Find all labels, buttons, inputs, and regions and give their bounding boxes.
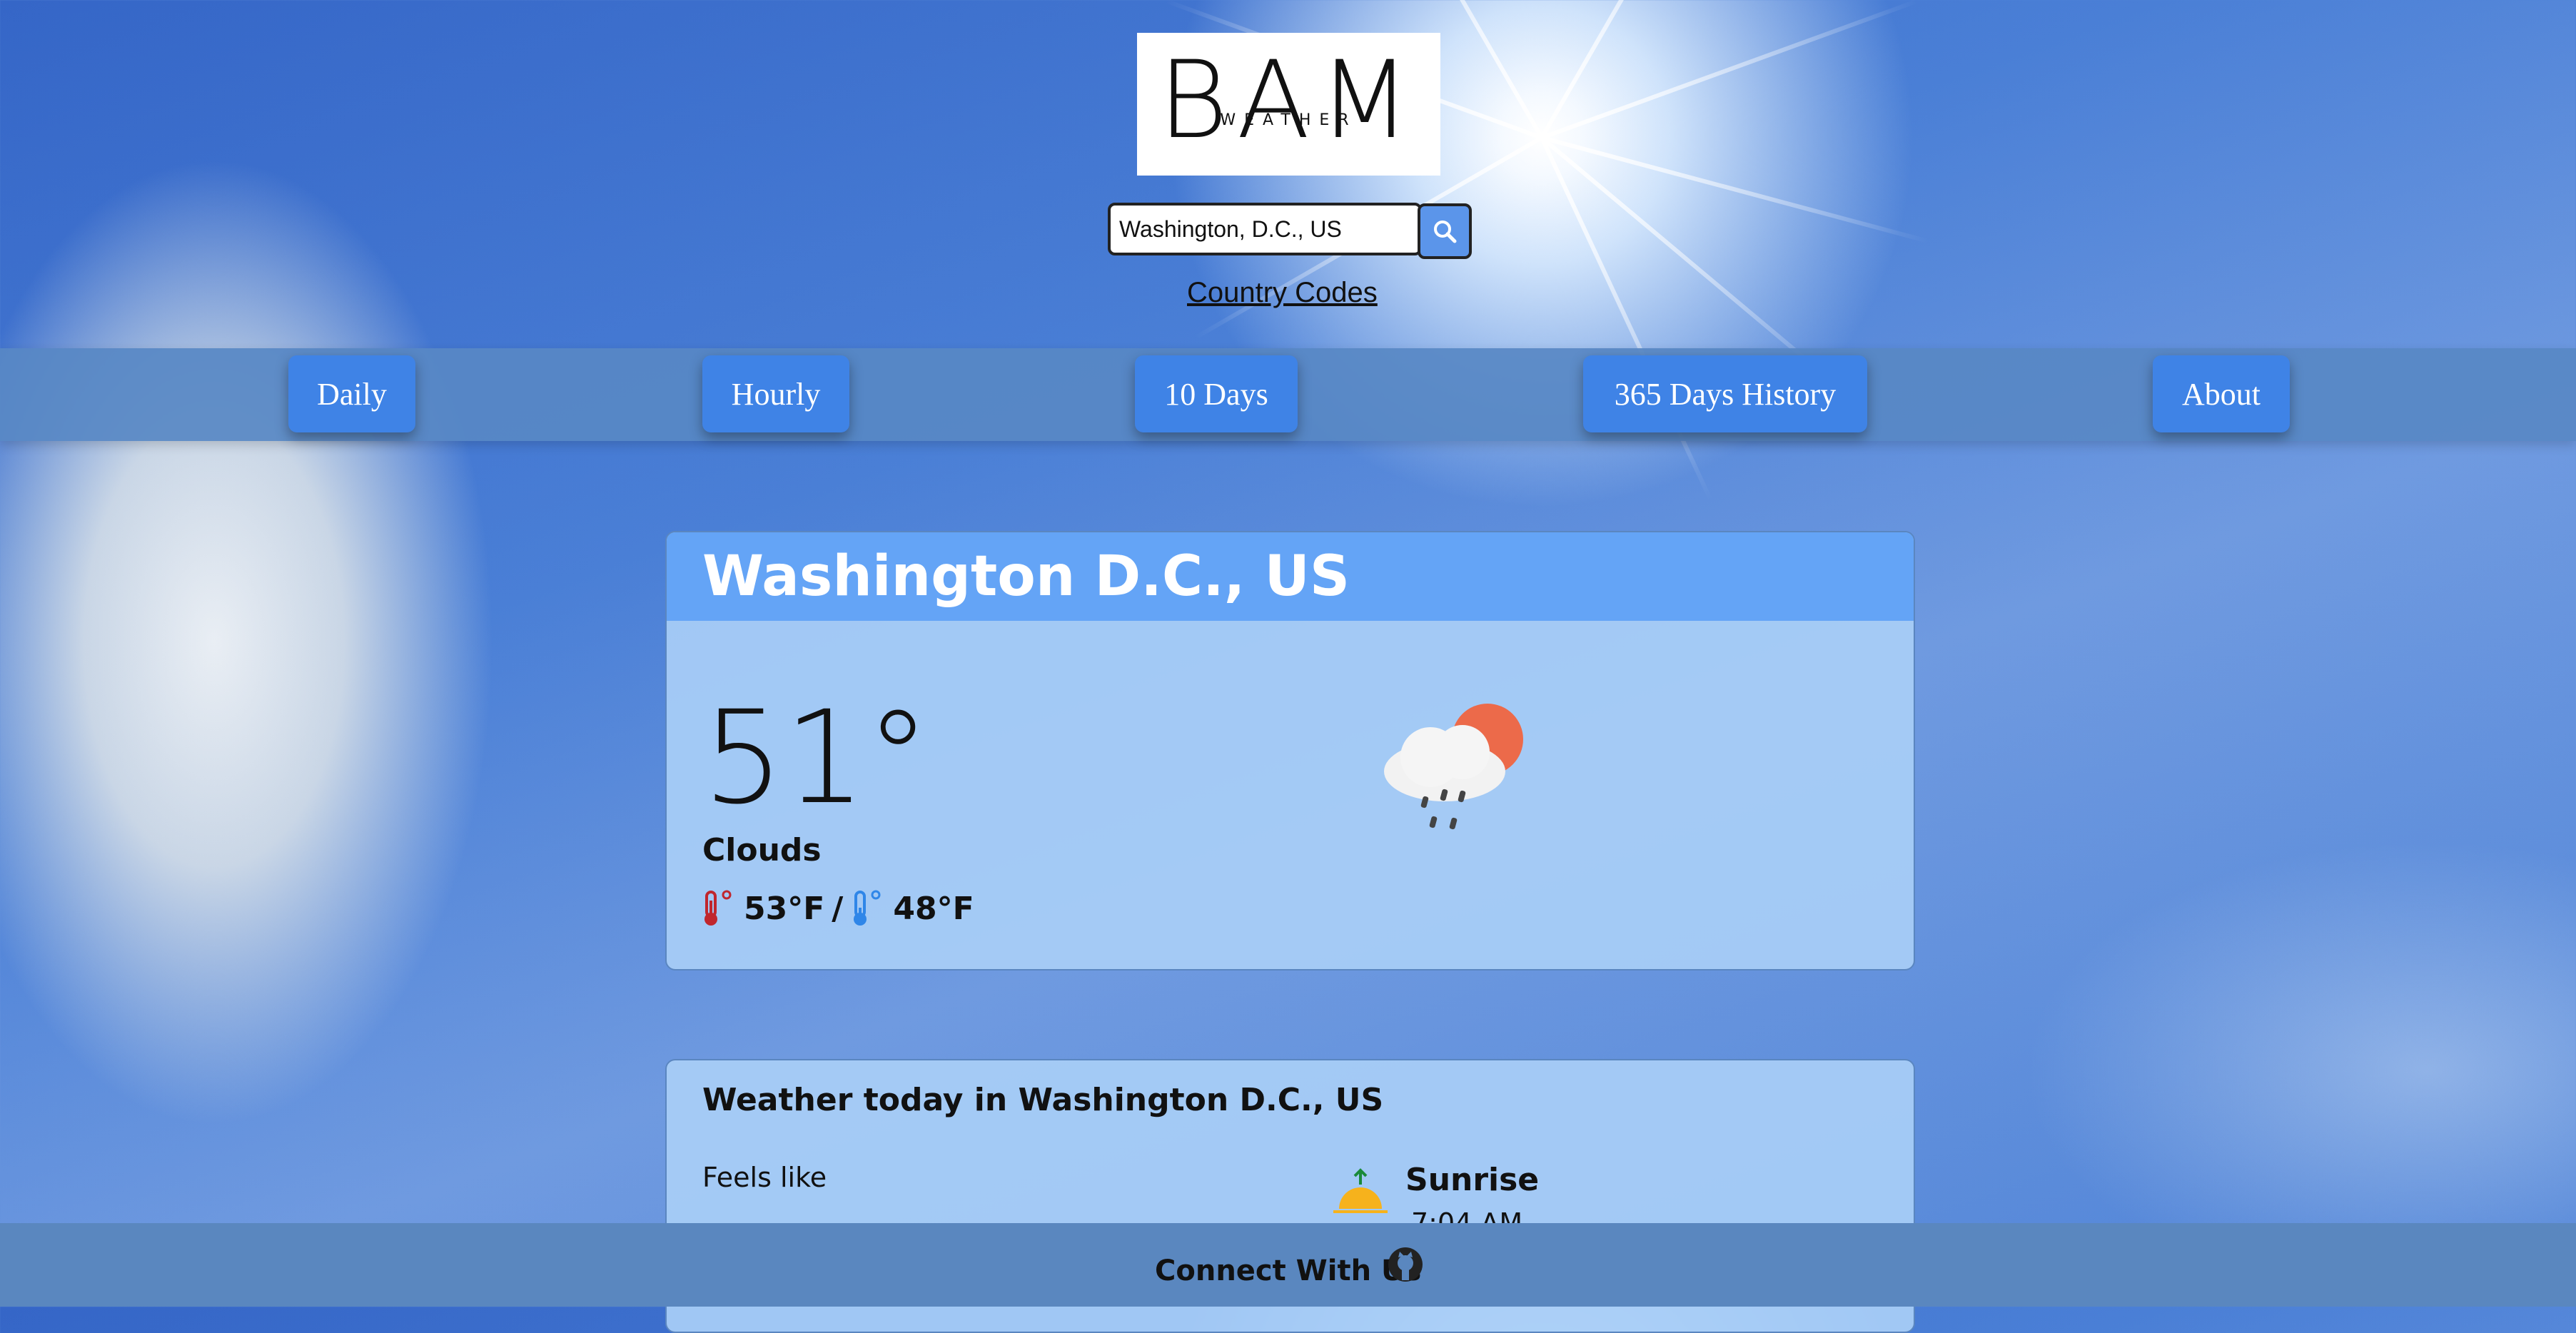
nav-bar: Daily Hourly 10 Days 365 Days History Ab… <box>0 348 2576 441</box>
logo-sub-text: WEATHER <box>1220 111 1358 129</box>
search-button[interactable] <box>1418 203 1472 259</box>
country-codes-link[interactable]: Country Codes <box>1187 277 1378 309</box>
weather-condition: Clouds <box>702 832 822 868</box>
location-title: Washington D.C., US <box>667 532 1914 621</box>
today-title: Weather today in Washington D.C., US <box>702 1082 1384 1118</box>
feels-like-label: Feels like <box>702 1162 827 1193</box>
nav-365-days-history-button[interactable]: 365 Days History <box>1583 355 1867 432</box>
footer: Connect With Us <box>0 1223 2576 1307</box>
high-temperature: 53°F <box>744 890 825 927</box>
nav-daily-button[interactable]: Daily <box>288 355 415 432</box>
github-icon[interactable] <box>1387 1246 1424 1283</box>
thermometer-cold-icon <box>854 890 881 926</box>
search-icon <box>1434 221 1457 243</box>
rain-cloud-sun-icon <box>1384 704 1523 830</box>
high-low-temperatures: 53°F / 48°F <box>701 889 974 928</box>
sunrise-icon <box>1333 1168 1388 1213</box>
temperature-separator: / <box>832 890 844 927</box>
search-input[interactable]: Washington, D.C., US <box>1108 203 1422 255</box>
nav-10-days-button[interactable]: 10 Days <box>1135 355 1298 432</box>
logo-main-text: BAM <box>1158 39 1420 163</box>
nav-about-button[interactable]: About <box>2153 355 2290 432</box>
bam-weather-logo[interactable]: BAM WEATHER <box>1137 33 1440 176</box>
nav-hourly-button[interactable]: Hourly <box>702 355 849 432</box>
sunrise-label: Sunrise <box>1405 1162 1540 1198</box>
current-temperature: 51° <box>702 684 931 833</box>
low-temperature: 48°F <box>893 890 974 927</box>
current-weather-card: Washington D.C., US 51° Clouds 53°F / 48… <box>665 531 1915 970</box>
thermometer-hot-icon <box>704 890 732 926</box>
connect-with-us-label: Connect With Us <box>1155 1255 1422 1287</box>
